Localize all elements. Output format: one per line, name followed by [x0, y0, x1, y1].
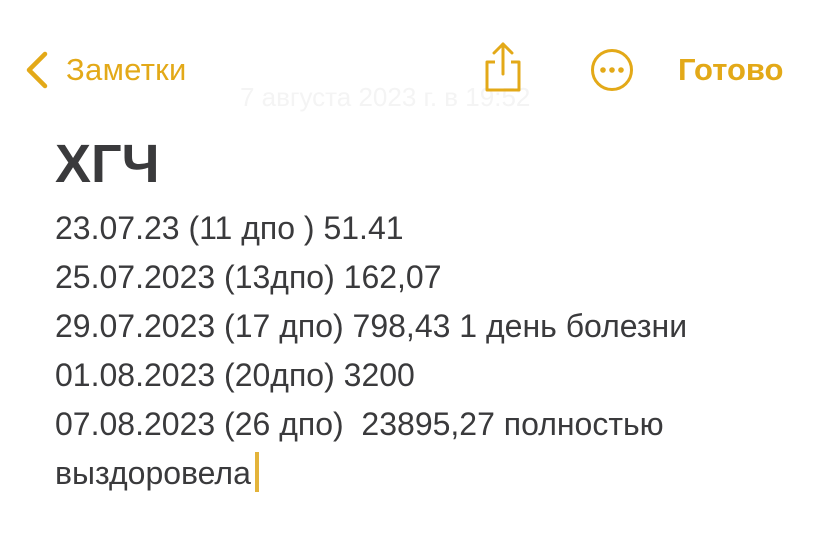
- note-line: 23.07.23 (11 дпо ) 51.41: [55, 210, 404, 246]
- navigation-bar: Заметки 7 августа 2023 г. в 19:52 Готово: [0, 0, 828, 120]
- note-line: 29.07.2023 (17 дпо) 798,43 1 день болезн…: [55, 308, 688, 344]
- note-last-line: выздоровела: [55, 449, 805, 498]
- back-button-label: Заметки: [66, 52, 187, 87]
- note-title: ХГЧ: [55, 134, 160, 194]
- note-editor[interactable]: ХГЧ 23.07.23 (11 дпо ) 51.41 25.07.2023 …: [55, 130, 805, 498]
- note-line: 07.08.2023 (26 дпо) 23895,27 полностью: [55, 406, 664, 442]
- chevron-left-icon: [26, 51, 48, 89]
- note-line: 25.07.2023 (13дпо) 162,07: [55, 259, 442, 295]
- note-line-text: выздоровела: [55, 455, 251, 491]
- back-button[interactable]: Заметки: [24, 48, 187, 92]
- note-line: 01.08.2023 (20дпо) 3200: [55, 357, 415, 393]
- share-icon[interactable]: [482, 40, 524, 96]
- ellipsis-circle-icon[interactable]: [590, 48, 634, 92]
- text-cursor: [254, 452, 259, 492]
- done-button[interactable]: Готово: [678, 52, 784, 88]
